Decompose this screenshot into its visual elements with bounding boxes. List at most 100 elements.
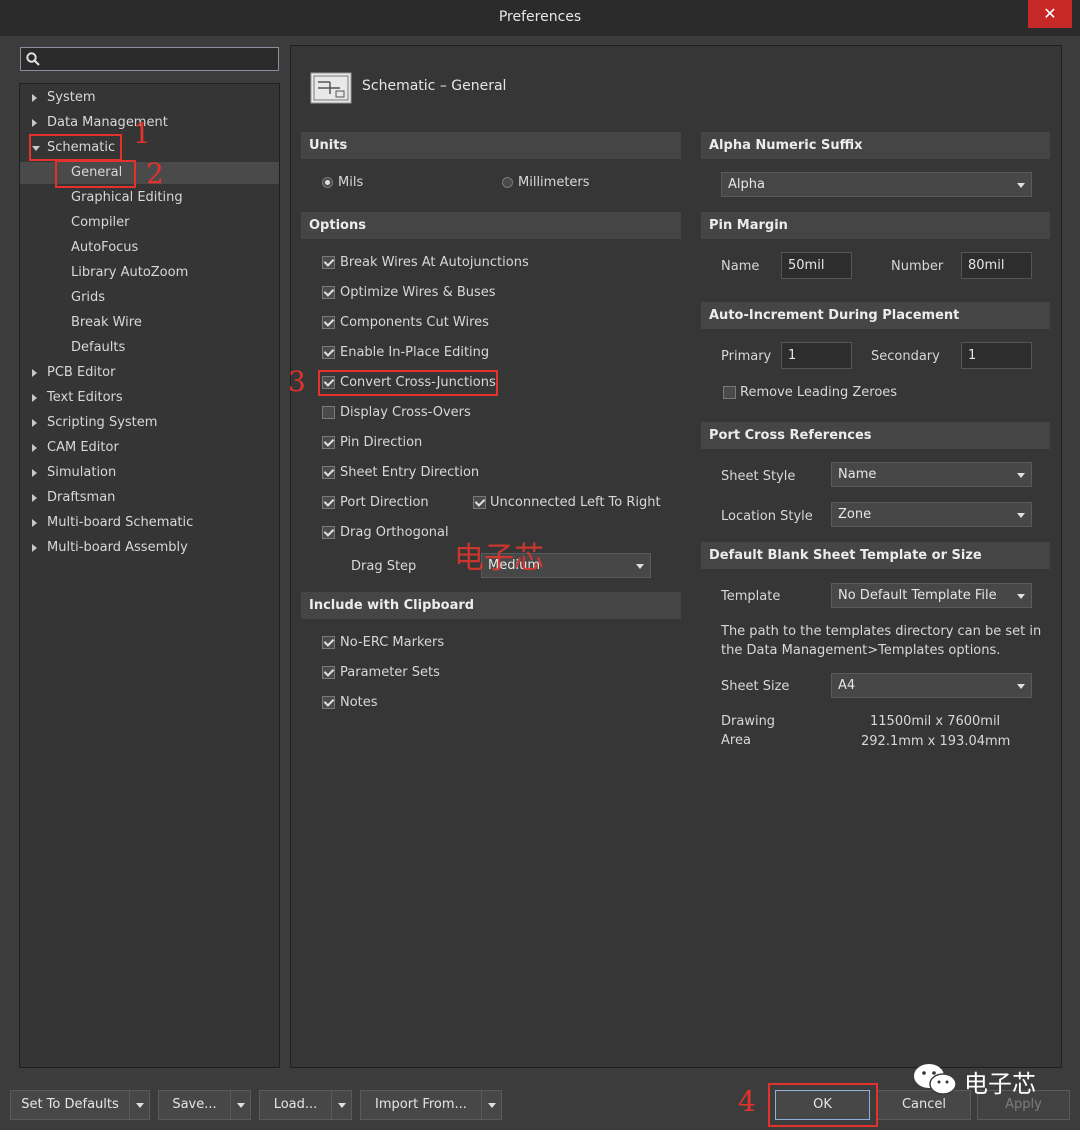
tree-item-pcb-editor[interactable]: PCB Editor: [20, 362, 279, 384]
pin-direction-label[interactable]: Pin Direction: [340, 435, 422, 450]
mils-radio[interactable]: [322, 177, 333, 188]
chevron-down-icon[interactable]: [129, 1091, 149, 1119]
components-cut-wires-checkbox[interactable]: [322, 316, 335, 329]
template-note-line2: the Data Management>Templates options.: [721, 643, 1001, 658]
remove-leading-zeroes-checkbox[interactable]: [723, 386, 736, 399]
set-to-defaults-button[interactable]: Set To Defaults: [10, 1090, 150, 1120]
notes-checkbox[interactable]: [322, 696, 335, 709]
display-cross-overs-checkbox[interactable]: [322, 406, 335, 419]
search-input[interactable]: [20, 47, 279, 71]
tree-item-library-autozoom[interactable]: Library AutoZoom: [71, 262, 188, 284]
parameter-sets-checkbox[interactable]: [322, 666, 335, 679]
tree-item-system[interactable]: System: [20, 87, 279, 109]
tree-item-label: Simulation: [47, 465, 117, 480]
parameter-sets-label[interactable]: Parameter Sets: [340, 665, 440, 680]
millimeters-radio[interactable]: [502, 177, 513, 188]
tree-item-compiler[interactable]: Compiler: [71, 212, 130, 234]
expand-arrow-icon[interactable]: [32, 494, 37, 502]
pin-number-margin-input[interactable]: 80mil: [961, 252, 1032, 279]
chevron-down-icon[interactable]: [230, 1091, 250, 1119]
annotation-box-schematic: [29, 134, 122, 161]
wechat-logo-icon: [914, 1064, 957, 1095]
alpha-suffix-dropdown[interactable]: Alpha: [721, 172, 1032, 197]
tree-item-label: PCB Editor: [47, 365, 116, 380]
optimize-wires-checkbox[interactable]: [322, 286, 335, 299]
tree-item-label: System: [47, 90, 96, 105]
tree-item-text-editors[interactable]: Text Editors: [20, 387, 279, 409]
drag-orthogonal-label[interactable]: Drag Orthogonal: [340, 525, 449, 540]
watermark-corner-text: 电子芯: [964, 1070, 1036, 1098]
tree-item-simulation[interactable]: Simulation: [20, 462, 279, 484]
chevron-down-icon[interactable]: [481, 1091, 501, 1119]
location-style-label: Location Style: [721, 509, 813, 524]
no-erc-markers-checkbox[interactable]: [322, 636, 335, 649]
units-section-header: Units: [301, 132, 681, 159]
annotation-number-1: 1: [133, 117, 151, 150]
drawing-area-mil-value: 11500mil x 7600mil: [870, 714, 1001, 729]
alpha-suffix-section-header: Alpha Numeric Suffix: [701, 132, 1050, 159]
tree-item-cam-editor[interactable]: CAM Editor: [20, 437, 279, 459]
set-to-defaults-label: Set To Defaults: [21, 1097, 119, 1112]
components-cut-wires-label[interactable]: Components Cut Wires: [340, 315, 489, 330]
break-wires-label[interactable]: Break Wires At Autojunctions: [340, 255, 529, 270]
expand-arrow-icon[interactable]: [32, 394, 37, 402]
sheet-entry-direction-checkbox[interactable]: [322, 466, 335, 479]
in-place-editing-checkbox[interactable]: [322, 346, 335, 359]
location-style-dropdown[interactable]: Zone: [831, 502, 1032, 527]
secondary-label: Secondary: [871, 349, 940, 364]
unconnected-left-to-right-checkbox[interactable]: [473, 496, 486, 509]
tree-item-grids[interactable]: Grids: [71, 287, 105, 309]
pin-direction-checkbox[interactable]: [322, 436, 335, 449]
chevron-down-icon: [1017, 594, 1025, 599]
tree-item-multiboard-assembly[interactable]: Multi-board Assembly: [20, 537, 279, 559]
sheet-style-dropdown[interactable]: Name: [831, 462, 1032, 487]
tree-item-multiboard-schematic[interactable]: Multi-board Schematic: [20, 512, 279, 534]
primary-increment-input[interactable]: 1: [781, 342, 852, 369]
remove-leading-zeroes-label[interactable]: Remove Leading Zeroes: [740, 385, 897, 400]
expand-arrow-icon[interactable]: [32, 544, 37, 552]
expand-arrow-icon[interactable]: [32, 419, 37, 427]
expand-arrow-icon[interactable]: [32, 94, 37, 102]
tree-item-label: Draftsman: [47, 490, 116, 505]
secondary-increment-input[interactable]: 1: [961, 342, 1032, 369]
no-erc-markers-label[interactable]: No-ERC Markers: [340, 635, 444, 650]
annotation-box-convert-cross-junctions: [318, 370, 498, 396]
port-direction-label[interactable]: Port Direction: [340, 495, 429, 510]
tree-item-scripting-system[interactable]: Scripting System: [20, 412, 279, 434]
drag-orthogonal-checkbox[interactable]: [322, 526, 335, 539]
expand-arrow-icon[interactable]: [32, 119, 37, 127]
sheet-entry-direction-label[interactable]: Sheet Entry Direction: [340, 465, 479, 480]
import-from-button[interactable]: Import From...: [360, 1090, 502, 1120]
tree-item-draftsman[interactable]: Draftsman: [20, 487, 279, 509]
watermark-text: 电子芯: [454, 541, 544, 576]
tree-item-defaults[interactable]: Defaults: [71, 337, 125, 359]
tree-item-break-wire[interactable]: Break Wire: [71, 312, 142, 334]
alpha-suffix-value: Alpha: [728, 177, 765, 192]
notes-label[interactable]: Notes: [340, 695, 378, 710]
save-button[interactable]: Save...: [158, 1090, 251, 1120]
expand-arrow-icon[interactable]: [32, 469, 37, 477]
load-button[interactable]: Load...: [259, 1090, 352, 1120]
search-icon: [26, 52, 40, 66]
page-title: Schematic – General: [362, 78, 507, 94]
port-direction-checkbox[interactable]: [322, 496, 335, 509]
optimize-wires-label[interactable]: Optimize Wires & Buses: [340, 285, 496, 300]
pin-name-margin-input[interactable]: 50mil: [781, 252, 852, 279]
tree-item-graphical-editing[interactable]: Graphical Editing: [71, 187, 183, 209]
display-cross-overs-label[interactable]: Display Cross-Overs: [340, 405, 471, 420]
break-wires-checkbox[interactable]: [322, 256, 335, 269]
close-button[interactable]: ✕: [1028, 0, 1072, 28]
template-dropdown[interactable]: No Default Template File: [831, 583, 1032, 608]
drag-step-label: Drag Step: [351, 559, 417, 574]
unconnected-left-to-right-label[interactable]: Unconnected Left To Right: [490, 495, 661, 510]
expand-arrow-icon[interactable]: [32, 369, 37, 377]
chevron-down-icon[interactable]: [331, 1091, 351, 1119]
sheet-size-dropdown[interactable]: A4: [831, 673, 1032, 698]
chevron-down-icon: [1017, 183, 1025, 188]
mils-label[interactable]: Mils: [338, 175, 363, 190]
tree-item-autofocus[interactable]: AutoFocus: [71, 237, 138, 259]
expand-arrow-icon[interactable]: [32, 444, 37, 452]
in-place-editing-label[interactable]: Enable In-Place Editing: [340, 345, 489, 360]
millimeters-label[interactable]: Millimeters: [518, 175, 590, 190]
expand-arrow-icon[interactable]: [32, 519, 37, 527]
